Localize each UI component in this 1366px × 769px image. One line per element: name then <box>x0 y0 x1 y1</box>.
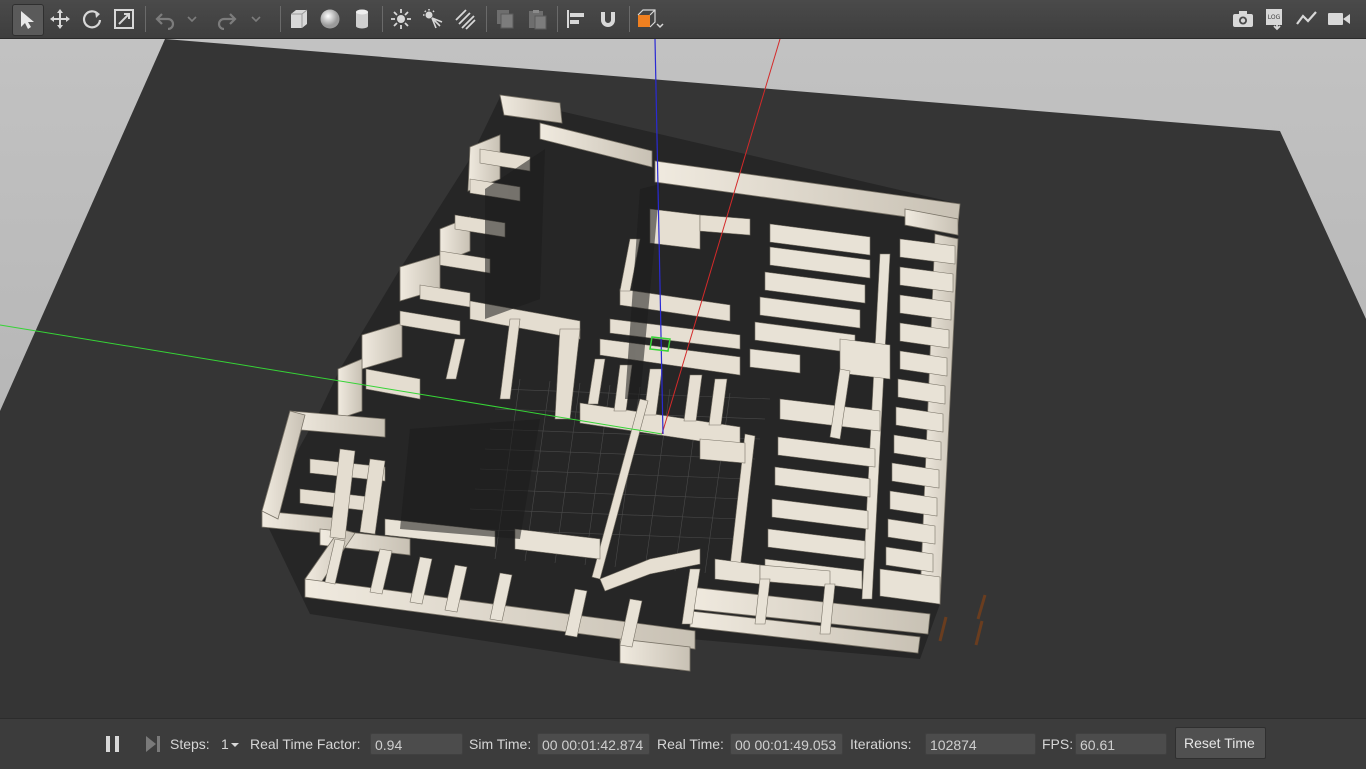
fps-label: FPS: <box>1042 736 1074 752</box>
top-toolbar: LOG <box>0 0 1366 39</box>
steps-label: Steps: <box>170 736 210 752</box>
plot-icon[interactable] <box>1292 4 1322 34</box>
real-time-factor-field: 0.94 <box>370 733 463 755</box>
sim-time-field: 00 00:01:42.874 <box>537 733 650 755</box>
real-time-field: 00 00:01:49.053 <box>730 733 843 755</box>
reset-time-button[interactable]: Reset Time <box>1175 727 1266 759</box>
iterations-label: Iterations: <box>850 736 912 752</box>
rotate-mode-icon[interactable] <box>77 4 107 34</box>
sim-time-label: Sim Time: <box>469 736 532 752</box>
real-time-label: Real Time: <box>657 736 724 752</box>
scene-render <box>0 39 1366 718</box>
scale-mode-icon[interactable] <box>109 4 139 34</box>
undo-dropdown-icon[interactable] <box>182 4 202 34</box>
real-time-factor-label: Real Time Factor: <box>250 736 361 752</box>
steps-spinner[interactable]: 1 <box>218 733 244 755</box>
screenshot-icon[interactable] <box>1228 4 1258 34</box>
step-button[interactable] <box>144 733 162 755</box>
align-icon[interactable] <box>561 4 591 34</box>
sphere-shape-icon[interactable] <box>315 4 345 34</box>
point-light-icon[interactable] <box>386 4 416 34</box>
translate-mode-icon[interactable] <box>45 4 75 34</box>
scene-viewport[interactable] <box>0 39 1366 718</box>
bottom-statusbar: Steps: 1 Real Time Factor: 0.94 Sim Time… <box>0 718 1366 769</box>
video-record-icon[interactable] <box>1324 4 1354 34</box>
log-badge-text: LOG <box>1268 14 1281 21</box>
steps-value: 1 <box>221 736 229 752</box>
copy-icon[interactable] <box>490 4 520 34</box>
view-angle-icon[interactable] <box>633 4 667 34</box>
undo-icon[interactable] <box>150 4 180 34</box>
paste-icon[interactable] <box>522 4 552 34</box>
redo-icon[interactable] <box>212 4 242 34</box>
cylinder-shape-icon[interactable] <box>347 4 377 34</box>
snap-icon[interactable] <box>593 4 623 34</box>
fps-field: 60.61 <box>1075 733 1167 755</box>
spot-light-icon[interactable] <box>418 4 448 34</box>
directional-light-icon[interactable] <box>450 4 480 34</box>
log-icon[interactable]: LOG <box>1260 4 1290 34</box>
select-mode-icon[interactable] <box>12 4 44 36</box>
redo-dropdown-icon[interactable] <box>246 4 266 34</box>
iterations-field: 102874 <box>925 733 1036 755</box>
pause-button[interactable] <box>104 733 122 755</box>
box-shape-icon[interactable] <box>283 4 313 34</box>
